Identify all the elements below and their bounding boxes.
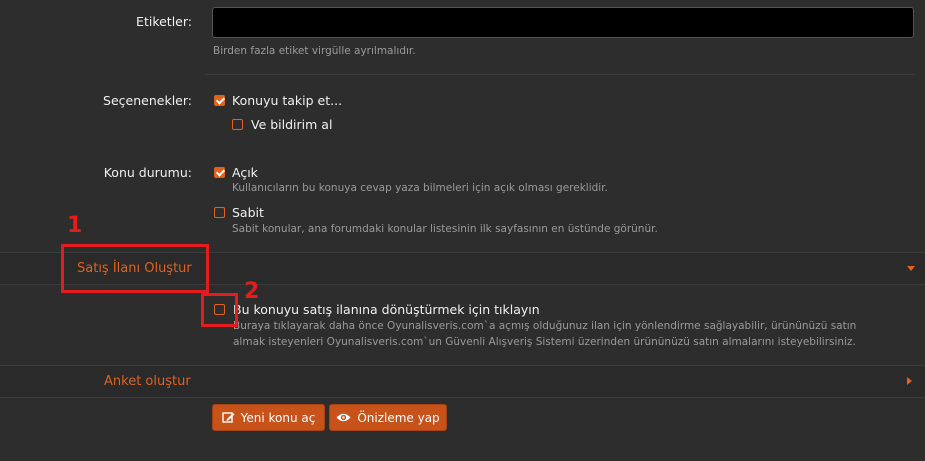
divider <box>205 74 915 75</box>
sticky-hint: Sabit konular, ana forumdaki konular lis… <box>232 223 658 235</box>
open-checkbox[interactable] <box>214 167 225 178</box>
divider <box>0 397 925 398</box>
new-topic-button[interactable]: Yeni konu aç <box>212 404 325 431</box>
annotation-marker-2: 2 <box>244 279 260 304</box>
sticky-checkbox[interactable] <box>214 207 225 218</box>
watch-checkbox[interactable] <box>214 95 225 106</box>
preview-button[interactable]: Önizleme yap <box>329 404 447 431</box>
notify-checkbox[interactable] <box>232 119 243 130</box>
watch-label[interactable]: Konuyu takip et... <box>232 93 342 108</box>
preview-label: Önizleme yap <box>357 410 440 425</box>
sale-hint-line2: almak isteyenleri Oyunalisveris.com`un G… <box>233 336 856 348</box>
triangle-right-icon[interactable] <box>907 377 912 385</box>
edit-icon <box>221 412 235 423</box>
sale-checkbox-label[interactable]: Bu konuyu satış ilanına dönüştürmek için… <box>233 302 540 317</box>
open-label[interactable]: Açık <box>232 165 258 180</box>
triangle-down-icon[interactable] <box>907 266 915 271</box>
sticky-label[interactable]: Sabit <box>232 205 264 220</box>
eye-icon <box>336 413 351 422</box>
status-label: Konu durumu: <box>103 165 192 180</box>
annotation-marker-1: 1 <box>67 213 83 238</box>
tags-hint: Birden fazla etiket virgülle ayrılmalıdı… <box>213 45 416 57</box>
annotation-box-1 <box>61 244 209 293</box>
new-topic-label: Yeni konu aç <box>240 410 316 425</box>
options-label: Seçenenekler: <box>103 93 192 108</box>
poll-section-header[interactable]: Anket oluştur <box>0 366 925 397</box>
annotation-box-2 <box>201 293 238 327</box>
tags-input[interactable] <box>212 7 914 38</box>
poll-section-title[interactable]: Anket oluştur <box>104 374 191 389</box>
tags-label: Etiketler: <box>136 14 192 29</box>
sale-hint-line1: Buraya tıklayarak daha önce Oyunalisveri… <box>233 320 857 332</box>
notify-label[interactable]: Ve bildirim al <box>251 117 332 132</box>
open-hint: Kullanıcıların bu konuya cevap yaza bilm… <box>232 182 608 194</box>
